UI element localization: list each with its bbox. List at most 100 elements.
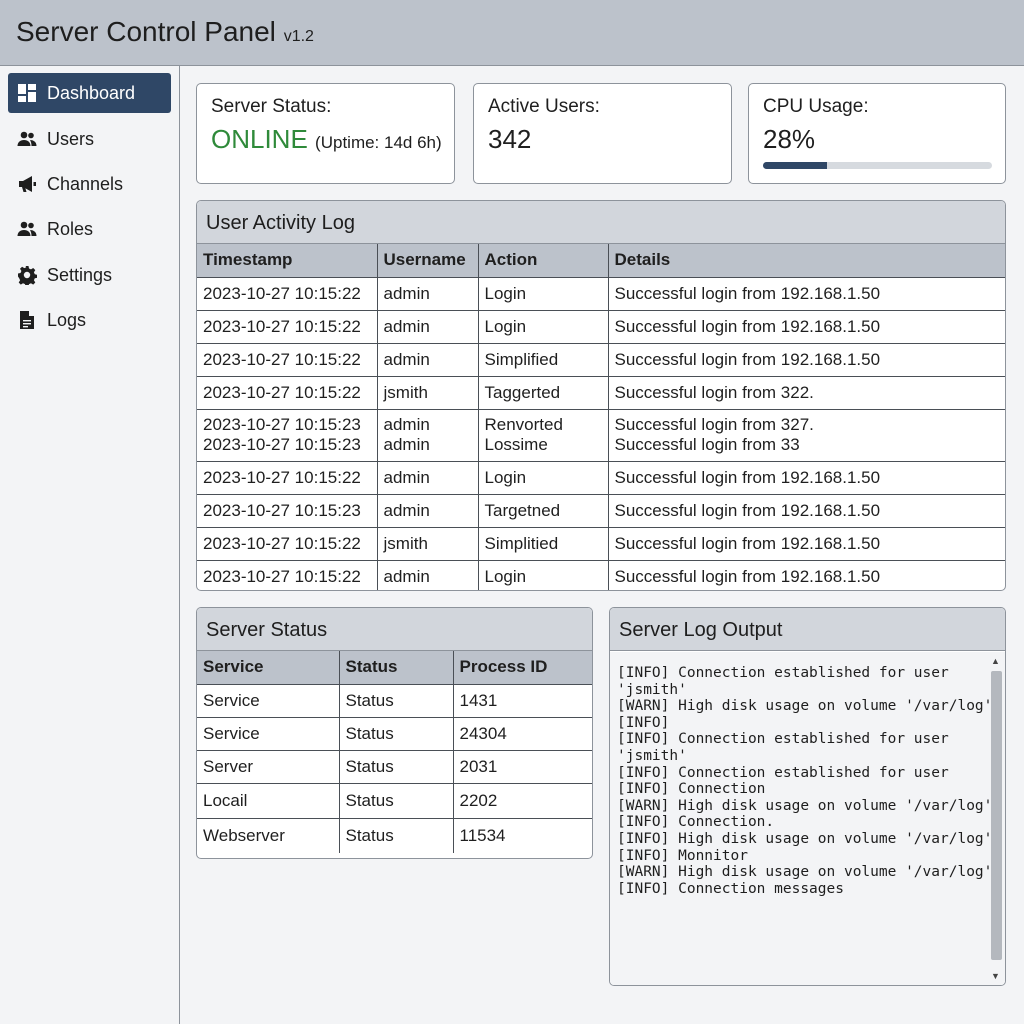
log-output-panel: Server Log Output [INFO] Connection esta… <box>609 607 1006 986</box>
cpu-usage-value: 28% <box>763 124 816 154</box>
action-cell: Simplified <box>478 343 609 377</box>
server-status-table: Service Status Process ID Service Status 1… <box>197 651 592 853</box>
process-id-cell: 1431 <box>453 684 592 718</box>
sidebar-item-label: Roles <box>47 218 94 239</box>
column-header-action: Action <box>478 244 609 278</box>
status-cell: Status <box>339 818 454 853</box>
status-cell: Status <box>339 750 454 784</box>
server-status-label: Server Status: <box>211 96 332 117</box>
column-header-service: Service <box>197 651 340 685</box>
scroll-down-icon[interactable]: ▼ <box>989 970 1002 982</box>
activity-log-rows: 2023-10-27 10:15:22 admin Login Successful … <box>197 277 1005 590</box>
action-cell: Login <box>478 560 609 590</box>
service-cell: Locail <box>197 783 340 819</box>
action-cell: Login <box>478 277 609 311</box>
timestamp-cell: 2023-10-27 10:15:22 <box>197 461 378 495</box>
users-icon <box>17 129 37 149</box>
column-header-process-id: Process ID <box>453 651 592 685</box>
process-id-cell: 24304 <box>453 717 592 751</box>
sidebar-item-logs[interactable]: Logs <box>8 300 171 340</box>
status-cell: Status <box>339 684 454 718</box>
username-cell: admin <box>377 277 479 311</box>
username-cell: jsmith <box>377 527 479 561</box>
app-title-text: Server Control Panel <box>16 16 276 47</box>
details-cell: Successful login from 192.168.1.50 <box>608 494 1005 528</box>
log-output-body[interactable]: [INFO] Connection established for user '… <box>610 652 1005 985</box>
details-cell: Successful login from 192.168.1.50 <box>608 527 1005 561</box>
cpu-usage-label: CPU Usage: <box>763 96 869 117</box>
action-cell: Taggerted <box>478 376 609 410</box>
timestamp-cell: 2023-10-27 10:15:22 <box>197 527 378 561</box>
table-row: 2023-10-27 10:15:22 admin Login Successful … <box>197 560 1005 590</box>
timestamp-cell: 2023-10-27 10:15:22 <box>197 376 378 410</box>
process-id-cell: 2202 <box>453 783 592 819</box>
sidebar-item-roles[interactable]: Roles <box>8 209 171 249</box>
dashboard-icon <box>17 83 37 103</box>
gear-icon <box>17 265 37 285</box>
server-status-panel: Server Status Service Status Process ID … <box>196 607 593 859</box>
action-cell: Login <box>478 461 609 495</box>
username-cell: admin <box>377 310 479 344</box>
table-row: Webserver Status 11534 <box>197 818 592 853</box>
sidebar-item-label: Settings <box>47 264 113 285</box>
table-row: 2023-10-27 10:15:22 admin Login Successful … <box>197 277 1005 311</box>
activity-log-title: User Activity Log <box>197 201 1005 244</box>
status-cell: Status <box>339 783 454 819</box>
active-users-value: 342 <box>488 124 532 154</box>
scroll-up-icon[interactable]: ▲ <box>989 655 1002 667</box>
details-cell: Successful login from 327. Successful log… <box>608 409 1005 462</box>
column-header-username: Username <box>377 244 479 278</box>
table-row: Service Status 24304 <box>197 717 592 751</box>
document-icon <box>17 310 37 330</box>
username-cell: admin admin <box>377 409 479 462</box>
sidebar-item-label: Dashboard <box>47 82 136 103</box>
timestamp-cell: 2023-10-27 10:15:23 2023-10-27 10:15:23 <box>197 409 378 462</box>
sidebar-item-users[interactable]: Users <box>8 119 171 159</box>
username-cell: admin <box>377 343 479 377</box>
status-cell: Status <box>339 717 454 751</box>
scrollbar-thumb[interactable] <box>991 671 1002 960</box>
column-header-details: Details <box>608 244 1005 278</box>
timestamp-cell: 2023-10-27 10:15:22 <box>197 277 378 311</box>
server-status-card: Server Status: ONLINE (Uptime: 14d 6h) <box>196 83 455 184</box>
table-row: 2023-10-27 10:15:22 jsmith Taggerted Succes… <box>197 376 1005 410</box>
timestamp-cell: 2023-10-27 10:15:23 <box>197 494 378 528</box>
details-cell: Successful login from 192.168.1.50 <box>608 310 1005 344</box>
details-cell: Successful login from 192.168.1.50 <box>608 461 1005 495</box>
timestamp-cell: 2023-10-27 10:15:22 <box>197 560 378 590</box>
table-row: 2023-10-27 10:15:22 admin Simplified Succes… <box>197 343 1005 377</box>
action-cell: Targetned <box>478 494 609 528</box>
service-cell: Service <box>197 684 340 718</box>
table-row: 2023-10-27 10:15:22 jsmith Simplitied Succe… <box>197 527 1005 561</box>
details-cell: Successful login from 192.168.1.50 <box>614 566 881 586</box>
cpu-progress-bar <box>763 162 992 169</box>
sidebar: Dashboard Users Channels Roles Settings … <box>0 66 180 1024</box>
service-cell: Webserver <box>197 818 340 853</box>
username-cell: admin <box>377 461 479 495</box>
sidebar-item-dashboard[interactable]: Dashboard <box>8 73 171 113</box>
table-header-row: Service Status Process ID <box>197 651 592 685</box>
details-cell: Successful login from 192.168.1.50 <box>608 277 1005 311</box>
uptime-text: (Uptime: 14d 6h) <box>315 133 442 152</box>
sidebar-item-label: Users <box>47 128 95 149</box>
service-cell: Service <box>197 717 340 751</box>
sidebar-item-settings[interactable]: Settings <box>8 255 171 295</box>
cpu-progress-fill <box>763 162 828 169</box>
table-row: 2023-10-27 10:15:23 2023-10-27 10:15:23 ad… <box>197 409 1005 462</box>
username-cell: jsmith <box>377 376 479 410</box>
column-header-timestamp: Timestamp <box>197 244 378 278</box>
sidebar-item-channels[interactable]: Channels <box>8 164 171 204</box>
table-row: 2023-10-27 10:15:23 admin Targetned Success… <box>197 494 1005 528</box>
table-row: 2023-10-27 10:15:22 admin Login Successful … <box>197 461 1005 495</box>
sidebar-item-label: Channels <box>47 173 124 194</box>
username-cell: admin <box>377 494 479 528</box>
log-scrollbar[interactable]: ▲ ▼ <box>989 655 1002 982</box>
server-status-value: ONLINE (Uptime: 14d 6h) <box>211 124 442 155</box>
active-users-label: Active Users: <box>488 96 600 117</box>
server-status-title: Server Status <box>197 608 592 651</box>
table-row: Server Status 2031 <box>197 750 592 784</box>
server-status-badge: ONLINE <box>211 124 308 154</box>
action-cell: Renvorted Lossime <box>478 409 609 462</box>
timestamp-cell: 2023-10-27 10:15:22 <box>197 310 378 344</box>
details-cell: Successful login from 322. <box>608 376 1005 410</box>
